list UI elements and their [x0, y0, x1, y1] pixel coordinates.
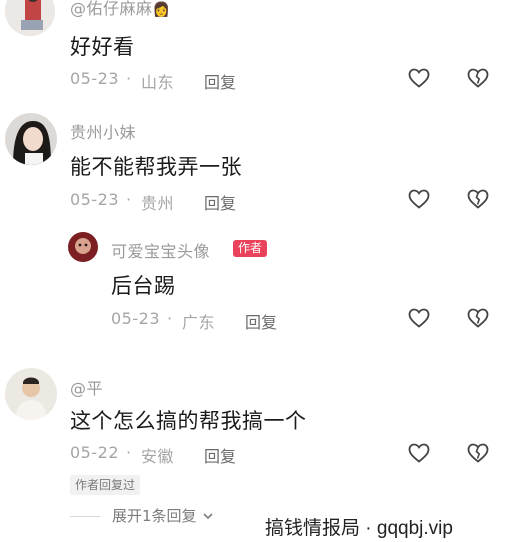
emoji: 👩: [152, 2, 171, 18]
avatar[interactable]: [5, 0, 55, 36]
heart-icon[interactable]: [407, 441, 431, 465]
author-badge: 作者: [233, 240, 268, 257]
comment-location: 贵州: [141, 194, 175, 213]
expand-divider: [70, 516, 100, 517]
broken-heart-icon[interactable]: [466, 306, 490, 330]
avatar[interactable]: [68, 232, 98, 262]
comment-text: 能不能帮我弄一张: [70, 155, 242, 179]
comment-date: 05-22: [70, 443, 119, 462]
heart-icon[interactable]: [407, 306, 431, 330]
separator: ·: [126, 443, 132, 462]
comment-date: 05-23: [111, 309, 160, 328]
username[interactable]: 贵州小妹: [70, 119, 136, 143]
expand-replies-button[interactable]: 展开1条回复: [112, 505, 215, 526]
separator: ·: [126, 190, 132, 209]
reply-button[interactable]: 回复: [204, 190, 236, 214]
comment-location: 广东: [182, 313, 216, 332]
chevron-down-icon: [202, 512, 213, 519]
username[interactable]: 可爱宝宝头像: [111, 238, 210, 262]
username[interactable]: @平: [70, 375, 103, 399]
watermark: 搞钱情报局 · gqqbj.vip: [265, 518, 453, 539]
separator: ·: [167, 309, 173, 328]
expand-replies-label: 展开1条回复: [112, 507, 197, 525]
comment-text: 这个怎么搞的帮我搞一个: [70, 409, 307, 433]
broken-heart-icon[interactable]: [466, 187, 490, 211]
comment-location: 安徽: [141, 447, 175, 466]
avatar[interactable]: [5, 113, 57, 165]
avatar[interactable]: [5, 368, 57, 420]
broken-heart-icon[interactable]: [466, 441, 490, 465]
comment-date: 05-23: [70, 190, 119, 209]
comment-date: 05-23: [70, 69, 119, 88]
reply-button[interactable]: 回复: [245, 309, 277, 333]
separator: ·: [126, 69, 132, 88]
comment-location: 山东: [141, 73, 175, 92]
comment-text: 好好看: [70, 35, 135, 59]
reply-button[interactable]: 回复: [204, 443, 236, 467]
heart-icon[interactable]: [407, 66, 431, 90]
reply-button[interactable]: 回复: [204, 69, 236, 93]
comment-text: 后台踢: [111, 274, 176, 298]
username[interactable]: @佑仔麻麻👩: [70, 0, 170, 19]
broken-heart-icon[interactable]: [466, 66, 490, 90]
heart-icon[interactable]: [407, 187, 431, 211]
author-replied-tag: 作者回复过: [70, 475, 141, 495]
